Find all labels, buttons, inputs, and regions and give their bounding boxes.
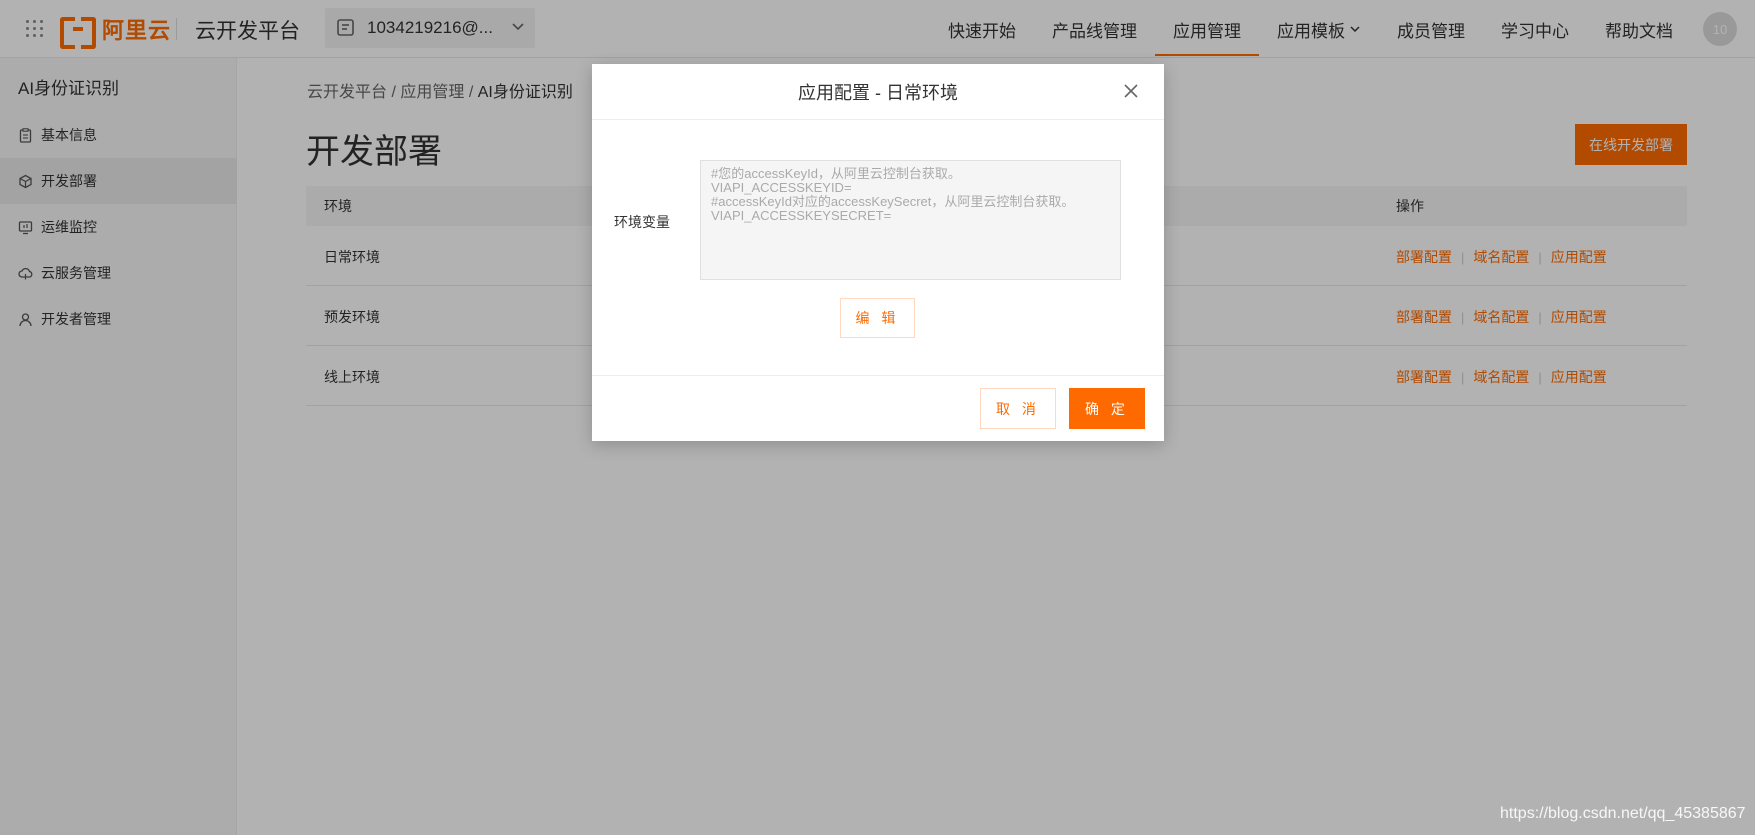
dialog-title: 应用配置 - 日常环境 [798, 82, 958, 103]
app-config-dialog: 应用配置 - 日常环境 环境变量 #您的accessKeyId，从阿里云控制台获… [592, 64, 1164, 441]
app-root: 阿里云 云开发平台 1034219216@... 快速开始 产品线管理 应用管理… [0, 0, 1755, 835]
dialog-footer: 取 消 确 定 [592, 375, 1164, 441]
close-icon[interactable] [1120, 80, 1142, 102]
edit-button[interactable]: 编 辑 [840, 298, 915, 338]
confirm-button[interactable]: 确 定 [1069, 388, 1145, 429]
env-vars-label: 环境变量 [614, 214, 670, 230]
watermark: https://blog.csdn.net/qq_45385867 [1500, 805, 1746, 822]
dialog-header: 应用配置 - 日常环境 [592, 64, 1164, 120]
cancel-button[interactable]: 取 消 [980, 388, 1056, 429]
env-vars-textarea[interactable]: #您的accessKeyId，从阿里云控制台获取。 VIAPI_ACCESSKE… [700, 160, 1121, 280]
